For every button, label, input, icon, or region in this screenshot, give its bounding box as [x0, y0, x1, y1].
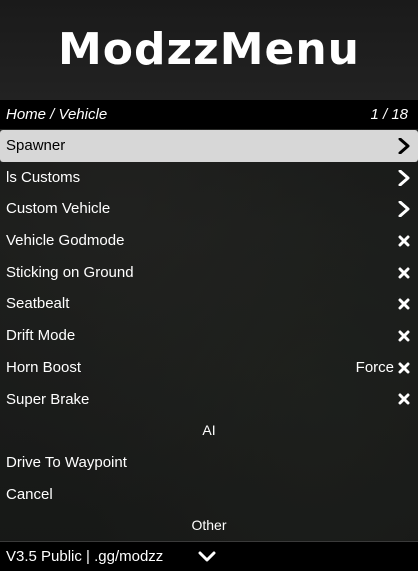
menu-footer: V3.5 Public | .gg/modzz [0, 541, 418, 571]
cross-icon [398, 235, 410, 247]
menu-item-label: Super Brake [6, 390, 90, 408]
cross-icon [398, 330, 410, 342]
chevron-right-icon [398, 201, 410, 218]
menu-item-label: Cancel [6, 485, 53, 503]
option-value[interactable]: Force [356, 352, 394, 384]
menu-item-label: Seatbealt [6, 295, 70, 313]
menu-item-label: ls Customs [6, 168, 81, 186]
menu-item-label: Drive To Waypoint [6, 453, 127, 471]
item-counter: 1 / 18 [370, 106, 408, 123]
section-header-other: Other [0, 510, 418, 542]
chevron-down-icon[interactable] [198, 548, 216, 566]
chevron-right-icon [398, 169, 410, 186]
version-label: V3.5 Public | .gg/modzz [6, 548, 164, 565]
menu-item-ls-customs[interactable]: ls Customs [0, 161, 418, 194]
menu-item-label: Spawner [6, 137, 66, 154]
cross-icon [398, 267, 410, 279]
mod-menu: ModzzMenu Home / Vehicle 1 / 18 Spawner … [0, 0, 418, 571]
menu-item-drift-mode[interactable]: Drift Mode [0, 320, 418, 352]
menu-item-custom-vehicle[interactable]: Custom Vehicle [0, 193, 418, 226]
menu-logo: ModzzMenu [57, 24, 360, 75]
menu-item-label: Horn Boost [6, 358, 82, 376]
menu-list: Spawner ls Customs Custom Vehicle Vehicl… [0, 130, 418, 542]
menu-item-label: Vehicle Godmode [6, 232, 125, 250]
breadcrumb: Home / Vehicle [6, 106, 108, 123]
chevron-right-icon [398, 137, 410, 154]
menu-item-super-brake[interactable]: Super Brake [0, 383, 418, 416]
menu-item-seatbealt[interactable]: Seatbealt [0, 288, 418, 321]
menu-item-vehicle-godmode[interactable]: Vehicle Godmode [0, 225, 418, 257]
cross-icon [398, 393, 410, 405]
menu-item-label: Sticking on Ground [6, 263, 134, 281]
menu-item-label: Custom Vehicle [6, 200, 111, 218]
menu-item-drive-to-waypoint[interactable]: Drive To Waypoint [0, 446, 418, 479]
menu-item-cancel[interactable]: Cancel [0, 478, 418, 511]
section-header-ai: AI [0, 415, 418, 447]
cross-icon [398, 298, 410, 310]
menu-item-horn-boost[interactable]: Horn Boost Force [0, 351, 418, 384]
breadcrumb-bar: Home / Vehicle 1 / 18 [0, 100, 418, 129]
menu-item-label: Drift Mode [6, 327, 76, 345]
menu-header: ModzzMenu [0, 0, 418, 100]
menu-item-sticking-on-ground[interactable]: Sticking on Ground [0, 256, 418, 289]
cross-icon [398, 362, 410, 374]
menu-item-spawner[interactable]: Spawner [0, 130, 418, 162]
